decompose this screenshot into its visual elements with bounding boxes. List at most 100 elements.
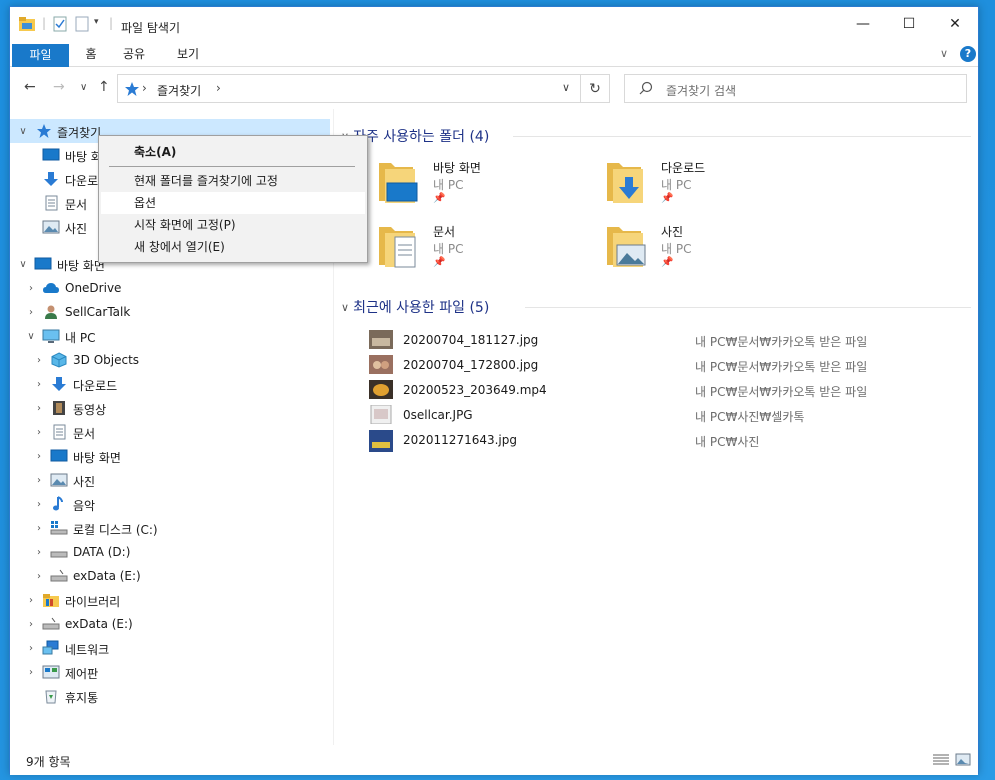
title-divider: | <box>109 16 114 30</box>
up-button[interactable]: ↑ <box>98 79 110 95</box>
file-row[interactable]: 20200704_181127.jpg 내 PC₩문서₩카카오톡 받은 파일 <box>365 328 965 353</box>
chevron-right-icon[interactable]: › <box>34 547 44 558</box>
new-folder-icon[interactable] <box>74 15 90 33</box>
library-icon <box>42 592 60 608</box>
chevron-down-icon[interactable]: ∨ <box>341 301 349 314</box>
tab-view[interactable]: 보기 <box>170 43 206 67</box>
search-box[interactable]: 즐겨찾기 검색 <box>624 74 967 103</box>
ribbon-expand-button[interactable]: ∨ <box>936 43 952 67</box>
chevron-right-icon[interactable]: › <box>26 595 36 606</box>
image-thumbnail-icon <box>369 404 393 425</box>
tree-item-documents[interactable]: › 문서 <box>10 420 330 444</box>
file-row[interactable]: 20200704_172800.jpg 내 PC₩문서₩카카오톡 받은 파일 <box>365 353 965 378</box>
usb-drive-icon <box>42 616 60 632</box>
film-icon <box>50 400 68 416</box>
tree-label: exData (E:) <box>65 617 133 631</box>
control-panel-icon <box>42 664 60 680</box>
tree-item-videos[interactable]: › 동영상 <box>10 396 330 420</box>
chevron-right-icon[interactable]: › <box>34 427 44 438</box>
details-view-icon[interactable] <box>932 753 950 770</box>
pin-icon: 📌 <box>661 257 674 268</box>
chevron-right-icon[interactable]: › <box>34 499 44 510</box>
tree-item-music[interactable]: › 음악 <box>10 492 330 516</box>
tile-location: 내 PC <box>433 242 464 256</box>
tree-item-drive-c[interactable]: › 로컬 디스크 (C:) <box>10 516 330 540</box>
maximize-button[interactable]: ☐ <box>886 7 932 41</box>
tree-label: 사진 <box>73 475 96 489</box>
file-row[interactable]: 20200523_203649.mp4 내 PC₩문서₩카카오톡 받은 파일 <box>365 378 965 403</box>
tree-label: 다운로드 <box>73 379 118 393</box>
tab-file[interactable]: 파일 <box>12 44 69 67</box>
tree-label: exData (E:) <box>73 569 141 583</box>
menu-item-options[interactable]: 옵션 <box>101 192 365 214</box>
folder-tile-documents[interactable]: 문서 내 PC 📌 <box>377 221 597 277</box>
minimize-button[interactable]: — <box>840 7 886 41</box>
folder-tile-pictures[interactable]: 사진 내 PC 📌 <box>605 221 825 277</box>
folder-tile-downloads[interactable]: 다운로드 내 PC 📌 <box>605 157 825 213</box>
user-icon <box>42 304 60 320</box>
close-button[interactable]: ✕ <box>932 7 978 41</box>
menu-item-collapse[interactable]: 축소(A) <box>101 141 365 163</box>
address-bar[interactable]: › 즐겨찾기 › ∨ <box>117 74 581 103</box>
tree-item-pictures[interactable]: › 사진 <box>10 468 330 492</box>
group-header-recent[interactable]: ∨ 최근에 사용한 파일 (5) <box>341 297 489 317</box>
chevron-right-icon[interactable]: › <box>34 403 44 414</box>
tree-item-mypc[interactable]: ∨ 내 PC <box>10 324 330 348</box>
tree-item-library[interactable]: › 라이브러리 <box>10 588 330 612</box>
tree-item-user[interactable]: › SellCarTalk <box>10 300 330 324</box>
chevron-right-icon[interactable]: › <box>26 667 36 678</box>
tree-item-control-panel[interactable]: › 제어판 <box>10 660 330 684</box>
folder-tile-desktop[interactable]: 바탕 화면 내 PC 📌 <box>377 157 597 213</box>
chevron-down-icon[interactable]: ∨ <box>26 331 36 342</box>
pin-icon: 📌 <box>433 193 446 204</box>
chevron-down-icon[interactable]: ∨ <box>18 126 28 137</box>
tree-label: 내 PC <box>65 331 96 345</box>
chevron-right-icon[interactable]: › <box>26 643 36 654</box>
menu-item-pin-to-favorites[interactable]: 현재 폴더를 즐겨찾기에 고정 <box>101 170 365 192</box>
file-path: 내 PC₩사진 <box>695 435 760 449</box>
back-button[interactable]: ← <box>24 79 36 95</box>
file-row[interactable]: 0sellcar.JPG 내 PC₩사진₩셀카톡 <box>365 403 965 428</box>
tree-item-drive-e[interactable]: › exData (E:) <box>10 564 330 588</box>
tree-label: 즐겨찾기 <box>57 126 102 140</box>
customize-toolbar-icon[interactable]: ▾ <box>94 17 99 35</box>
tree-item-network[interactable]: › 네트워크 <box>10 636 330 660</box>
refresh-icon[interactable]: ↻ <box>581 74 610 103</box>
chevron-right-icon[interactable]: › <box>34 475 44 486</box>
pin-icon: 📌 <box>433 257 446 268</box>
tree-item-recycle-bin[interactable]: 휴지통 <box>10 684 330 708</box>
tab-share[interactable]: 공유 <box>116 43 152 67</box>
chevron-right-icon[interactable]: › <box>34 379 44 390</box>
chevron-right-icon[interactable]: › <box>34 523 44 534</box>
tree-label: SellCarTalk <box>65 305 131 319</box>
chevron-right-icon[interactable]: › <box>26 619 36 630</box>
chevron-right-icon[interactable]: › <box>34 571 44 582</box>
network-icon <box>42 640 60 656</box>
tab-home[interactable]: 홈 <box>76 43 106 67</box>
tree-label: DATA (D:) <box>73 545 131 559</box>
address-separator-trailing[interactable]: › <box>216 81 221 95</box>
tree-item-pc-desktop[interactable]: › 바탕 화면 <box>10 444 330 468</box>
chevron-right-icon[interactable]: › <box>26 283 36 294</box>
properties-icon[interactable] <box>52 15 68 33</box>
help-icon[interactable]: ? <box>960 46 976 62</box>
large-icons-view-icon[interactable] <box>955 752 971 771</box>
chevron-right-icon[interactable]: › <box>34 355 44 366</box>
tree-item-drive-d[interactable]: › DATA (D:) <box>10 540 330 564</box>
tree-item-exdata[interactable]: › exData (E:) <box>10 612 330 636</box>
forward-button[interactable]: → <box>53 79 65 95</box>
menu-item-open-new-window[interactable]: 새 창에서 열기(E) <box>101 236 365 258</box>
tree-item-downloads[interactable]: › 다운로드 <box>10 372 330 396</box>
menu-item-pin-to-start[interactable]: 시작 화면에 고정(P) <box>101 214 365 236</box>
file-row[interactable]: 202011271643.jpg 내 PC₩사진 <box>365 428 965 453</box>
tree-item-3d-objects[interactable]: › 3D Objects <box>10 348 330 372</box>
address-path[interactable]: 즐겨찾기 <box>157 82 201 99</box>
tree-item-onedrive[interactable]: › OneDrive <box>10 276 330 300</box>
image-thumbnail-icon <box>369 355 393 374</box>
recent-locations-button[interactable]: ∨ <box>80 82 87 93</box>
chevron-right-icon[interactable]: › <box>26 307 36 318</box>
address-dropdown-icon[interactable]: ∨ <box>562 81 570 94</box>
document-icon <box>50 424 68 440</box>
chevron-right-icon[interactable]: › <box>34 451 44 462</box>
chevron-down-icon[interactable]: ∨ <box>18 259 28 270</box>
